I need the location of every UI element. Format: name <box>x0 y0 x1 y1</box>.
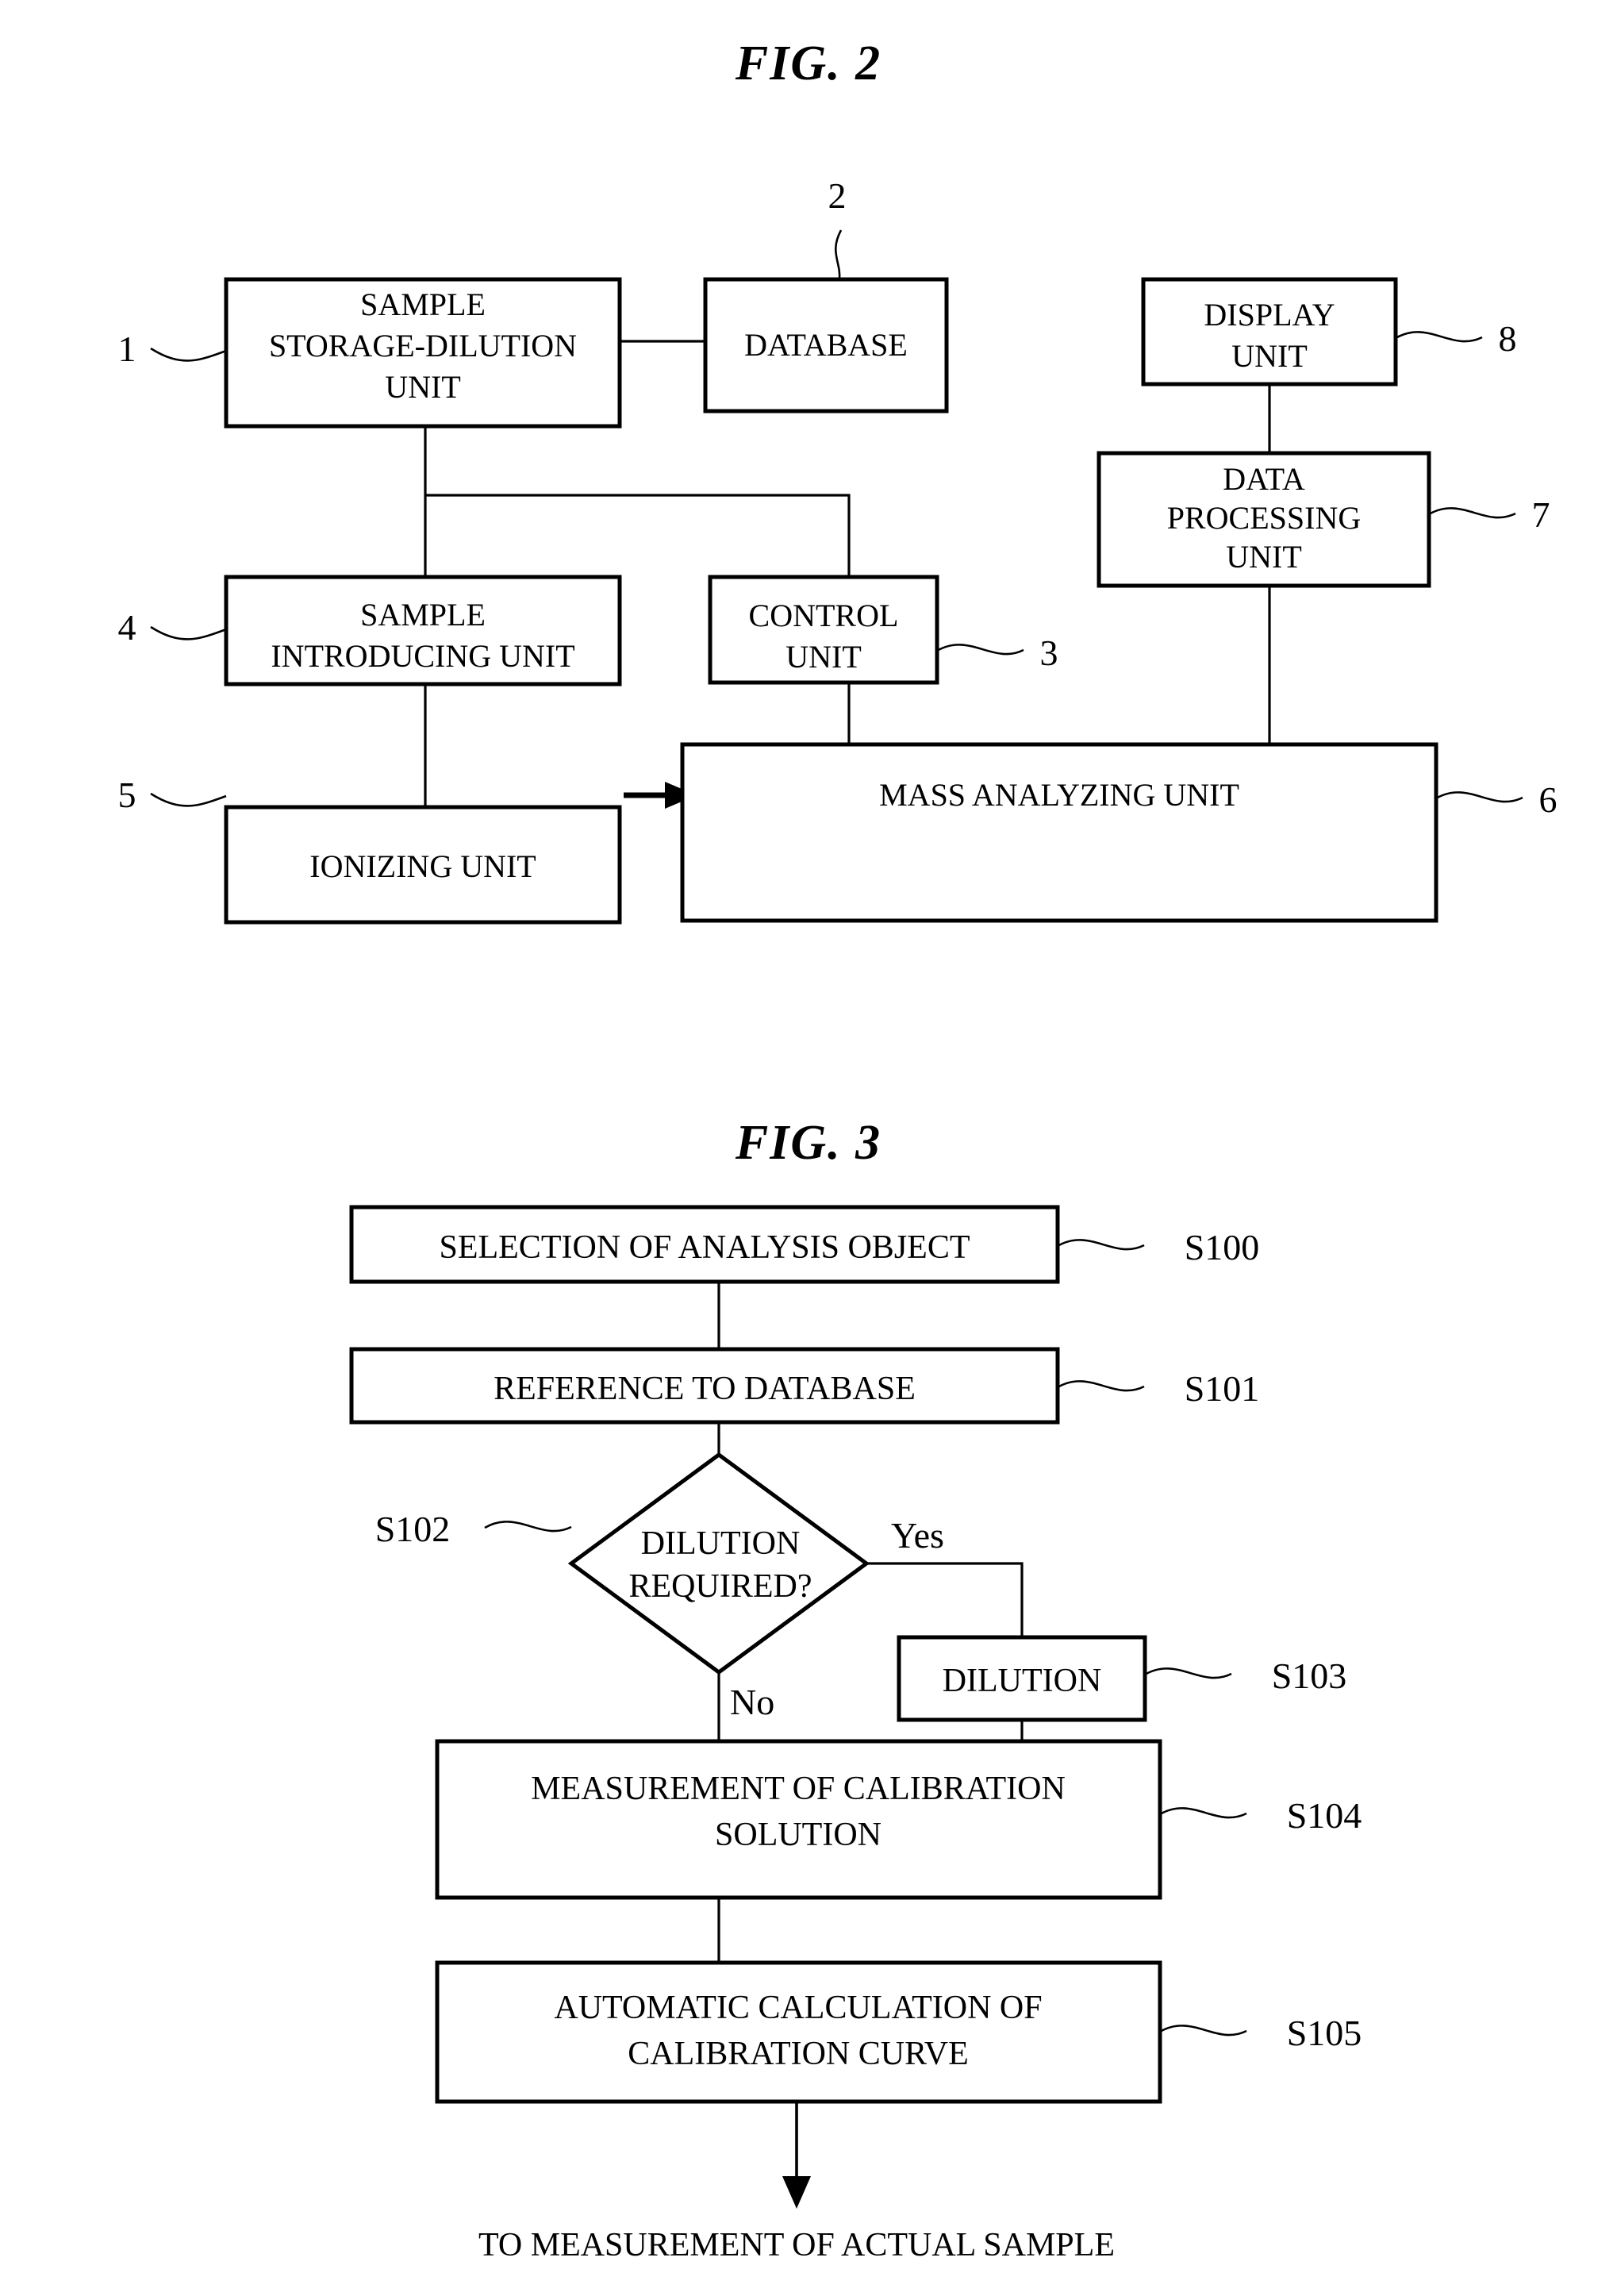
drawing-canvas: FIG. 2 SAMPLE STORAGE-DILUTION UNIT 1 DA… <box>0 0 1617 2296</box>
reference-numeral-2: 2 <box>828 175 847 216</box>
block-label-line: CONTROL <box>749 598 899 633</box>
reference-numeral-5: 5 <box>118 775 136 815</box>
block-label-line: MASS ANALYZING UNIT <box>879 777 1239 813</box>
step-measurement-of-calibration-solution: MEASUREMENT OF CALIBRATION SOLUTION <box>435 1739 1162 1900</box>
step-label-line: DILUTION <box>641 1525 801 1562</box>
block-label-line: SAMPLE <box>360 597 486 633</box>
block-label-line: DATABASE <box>744 327 908 363</box>
block-mass-analyzing-unit: MASS ANALYZING UNIT <box>680 742 1438 923</box>
block-label-line: UNIT <box>1231 338 1308 374</box>
step-label-line: DILUTION <box>943 1663 1102 1699</box>
step-automatic-calculation-of-calibration-curve: AUTOMATIC CALCULATION OF CALIBRATION CUR… <box>435 1960 1162 2104</box>
block-display-unit: DISPLAY UNIT <box>1141 277 1398 387</box>
block-label-line: UNIT <box>385 369 461 405</box>
step-label-line: SOLUTION <box>715 1817 881 1853</box>
step-label-line: REFERENCE TO DATABASE <box>494 1371 916 1407</box>
step-selection-of-analysis-object: SELECTION OF ANALYSIS OBJECT <box>349 1205 1060 1284</box>
reference-numeral-8: 8 <box>1499 318 1517 359</box>
step-reference-to-database: REFERENCE TO DATABASE <box>349 1347 1060 1425</box>
reference-numeral-s105: S105 <box>1287 2013 1362 2053</box>
step-label-line: REQUIRED? <box>629 1568 812 1605</box>
reference-numeral-s103: S103 <box>1272 1656 1347 1696</box>
reference-numeral-s101: S101 <box>1185 1368 1260 1409</box>
step-label-line: AUTOMATIC CALCULATION OF <box>554 1990 1042 2026</box>
reference-numeral-3: 3 <box>1040 633 1058 673</box>
step-label-line: SELECTION OF ANALYSIS OBJECT <box>439 1229 970 1266</box>
block-label-line: PROCESSING <box>1167 500 1362 536</box>
patent-drawing-sheet: FIG. 2 SAMPLE STORAGE-DILUTION UNIT 1 DA… <box>0 0 1617 2296</box>
step-label-line: CALIBRATION CURVE <box>628 2036 968 2072</box>
reference-numeral-s102: S102 <box>375 1509 451 1549</box>
branch-label-no: No <box>730 1682 774 1722</box>
block-label-line: UNIT <box>785 639 862 675</box>
reference-numeral-s104: S104 <box>1287 1795 1362 1836</box>
step-dilution: DILUTION <box>897 1635 1147 1722</box>
figure-3-title: FIG. 3 <box>735 1116 881 1170</box>
reference-numeral-7: 7 <box>1532 494 1550 535</box>
block-control-unit: CONTROL UNIT <box>708 575 939 685</box>
figure-2-title: FIG. 2 <box>735 37 881 90</box>
block-sample-storage-dilution-unit: SAMPLE STORAGE-DILUTION UNIT <box>224 277 622 429</box>
block-label-line: IONIZING UNIT <box>309 848 536 884</box>
reference-numeral-s100: S100 <box>1185 1227 1260 1267</box>
block-label-line: SAMPLE <box>360 287 486 322</box>
terminal-text: TO MEASUREMENT OF ACTUAL SAMPLE <box>478 2227 1115 2263</box>
block-ionizing-unit: IONIZING UNIT <box>224 805 622 925</box>
reference-numeral-6: 6 <box>1539 779 1557 820</box>
branch-label-yes: Yes <box>891 1515 944 1556</box>
block-label-line: UNIT <box>1226 539 1302 575</box>
reference-numeral-4: 4 <box>118 607 136 648</box>
block-label-line: DISPLAY <box>1204 297 1335 333</box>
block-label-line: DATA <box>1223 461 1305 497</box>
step-label-line: MEASUREMENT OF CALIBRATION <box>531 1771 1066 1807</box>
block-database: DATABASE <box>703 277 949 413</box>
block-data-processing-unit: DATA PROCESSING UNIT <box>1097 451 1431 588</box>
block-label-line: INTRODUCING UNIT <box>271 638 574 674</box>
block-label-line: STORAGE-DILUTION <box>269 328 577 363</box>
reference-numeral-1: 1 <box>118 329 136 369</box>
block-sample-introducing-unit: SAMPLE INTRODUCING UNIT <box>224 575 622 686</box>
